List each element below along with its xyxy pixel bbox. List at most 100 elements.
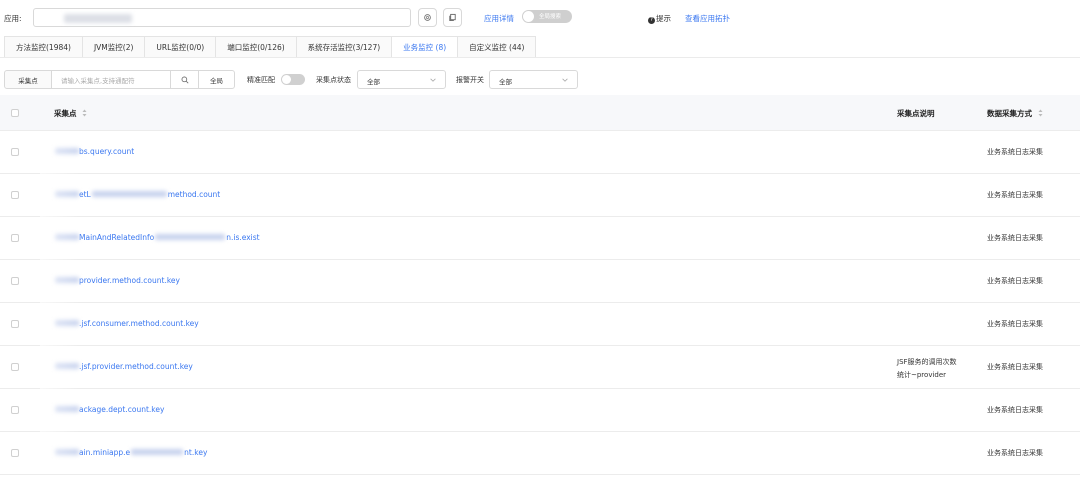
redacted-text (131, 449, 184, 455)
status-select[interactable]: 全部 (357, 70, 446, 89)
point-name-part: ain.miniapp.e (79, 448, 131, 457)
status-label: 采集点状态 (316, 76, 351, 84)
row-checkbox[interactable] (11, 148, 19, 156)
point-link[interactable]: ain.miniapp.e nt.key (55, 448, 207, 457)
redacted-text (55, 191, 79, 197)
settings-button[interactable] (418, 8, 437, 27)
tab-jvm[interactable]: JVM监控(2) (81, 36, 145, 58)
filter-bar: 采集点 请输入采集点,支持通配符 全局 精准匹配 采集点状态 全部 报警开关 全… (0, 70, 1080, 90)
hint[interactable]: ? 提示 (648, 13, 671, 24)
select-all-checkbox[interactable] (11, 109, 19, 117)
gear-icon (424, 14, 431, 21)
point-link[interactable]: .jsf.consumer.method.count.key (55, 319, 199, 328)
table-row: etL method.count 业务系统日志采集 (0, 174, 1080, 217)
alarm-label: 报警开关 (456, 76, 484, 84)
table-row: .jsf.consumer.method.count.key 业务系统日志采集 (0, 303, 1080, 346)
topology-link[interactable]: 查看应用拓扑 (685, 13, 730, 24)
row-checkbox[interactable] (11, 406, 19, 414)
hint-label: 提示 (656, 14, 671, 23)
point-name-part: n.is.exist (226, 233, 260, 242)
point-link[interactable]: bs.query.count (55, 147, 134, 156)
column-mode-label: 数据采集方式 (987, 109, 1032, 118)
tab-system-alive[interactable]: 系统存活监控(3/127) (295, 36, 392, 58)
app-toolbar: 应用: 应用详情 全局搜索 ? 提示 查看应用拓扑 (0, 8, 1080, 28)
search-button[interactable] (170, 70, 199, 89)
status-value: 全部 (367, 78, 380, 86)
mode-cell: 业务系统日志采集 (987, 277, 1043, 285)
tab-url[interactable]: URL监控(0/0) (144, 36, 216, 58)
exact-match-label: 精准匹配 (247, 76, 275, 84)
toggle-knob (523, 11, 534, 22)
search-icon (181, 76, 188, 83)
field-select[interactable]: 采集点 (4, 70, 52, 89)
mode-cell: 业务系统日志采集 (987, 191, 1043, 199)
mode-cell: 业务系统日志采集 (987, 363, 1043, 371)
app-detail-link[interactable]: 应用详情 (484, 13, 514, 24)
point-link[interactable]: etL method.count (55, 190, 220, 199)
tab-method[interactable]: 方法监控(1984) (4, 36, 82, 58)
redacted-text (55, 234, 79, 240)
sort-icon (82, 109, 87, 117)
table-row: ackage.dept.count.key 业务系统日志采集 (0, 389, 1080, 432)
row-checkbox[interactable] (11, 320, 19, 328)
mode-cell: 业务系统日志采集 (987, 449, 1043, 457)
sort-icon (1038, 109, 1043, 117)
global-search-toggle[interactable]: 全局搜索 (522, 10, 572, 23)
mode-cell: 业务系统日志采集 (987, 148, 1043, 156)
global-button-label: 全局 (210, 76, 223, 85)
copy-button[interactable] (443, 8, 462, 27)
tab-custom[interactable]: 自定义监控 (44) (457, 36, 537, 58)
row-checkbox[interactable] (11, 191, 19, 199)
global-search-label: 全局搜索 (539, 14, 562, 20)
point-name: ackage.dept.count.key (79, 405, 165, 414)
app-name-redacted (64, 14, 132, 23)
column-point[interactable]: 采集点 (54, 108, 87, 119)
alarm-select[interactable]: 全部 (489, 70, 578, 89)
point-name-part: MainAndRelatedInfo (79, 233, 155, 242)
point-name-part: nt.key (184, 448, 208, 457)
tab-divider (0, 57, 1080, 58)
field-label: 采集点 (18, 76, 38, 85)
redacted-text (55, 148, 79, 154)
exact-match-toggle[interactable] (281, 74, 305, 85)
point-name: bs.query.count (79, 147, 135, 156)
table-row: bs.query.count 业务系统日志采集 (0, 131, 1080, 174)
redacted-text (155, 234, 226, 240)
point-name-part: method.count (167, 190, 221, 199)
column-desc: 采集点说明 (897, 109, 935, 118)
copy-icon (449, 13, 456, 22)
row-checkbox[interactable] (11, 449, 19, 457)
point-link[interactable]: ackage.dept.count.key (55, 405, 164, 414)
column-point-label: 采集点 (54, 109, 77, 118)
desc-line: JSF服务的调用次数 (897, 358, 957, 366)
row-checkbox[interactable] (11, 277, 19, 285)
mode-cell: 业务系统日志采集 (987, 406, 1043, 414)
point-name: provider.method.count.key (79, 276, 180, 285)
question-icon: ? (648, 17, 655, 24)
point-link[interactable]: MainAndRelatedInfo n.is.exist (55, 233, 260, 242)
row-checkbox[interactable] (11, 363, 19, 371)
chevron-down-icon (562, 78, 568, 82)
app-select[interactable] (33, 8, 411, 27)
monitor-tabs: 方法监控(1984) JVM监控(2) URL监控(0/0) 端口监控(0/12… (4, 36, 537, 58)
app-label: 应用: (4, 14, 22, 23)
toggle-knob (282, 75, 291, 84)
search-placeholder: 请输入采集点,支持通配符 (61, 76, 135, 85)
chevron-down-icon (430, 78, 436, 82)
tab-business[interactable]: 业务监控 (8) (391, 36, 458, 58)
column-mode[interactable]: 数据采集方式 (987, 108, 1043, 119)
row-checkbox[interactable] (11, 234, 19, 242)
point-name-part: etL (79, 190, 91, 199)
point-link[interactable]: provider.method.count.key (55, 276, 180, 285)
tab-port[interactable]: 端口监控(0/126) (215, 36, 296, 58)
mode-cell: 业务系统日志采集 (987, 320, 1043, 328)
table-row: ain.miniapp.e nt.key 业务系统日志采集 (0, 432, 1080, 475)
global-button[interactable]: 全局 (198, 70, 235, 89)
alarm-value: 全部 (499, 78, 512, 86)
point-name: .jsf.provider.method.count.key (79, 362, 193, 371)
table-row: .jsf.provider.method.count.key JSF服务的调用次… (0, 346, 1080, 389)
point-link[interactable]: .jsf.provider.method.count.key (55, 362, 193, 371)
point-name: .jsf.consumer.method.count.key (79, 319, 199, 328)
table-row: provider.method.count.key 业务系统日志采集 (0, 260, 1080, 303)
search-input[interactable]: 请输入采集点,支持通配符 (51, 70, 171, 89)
